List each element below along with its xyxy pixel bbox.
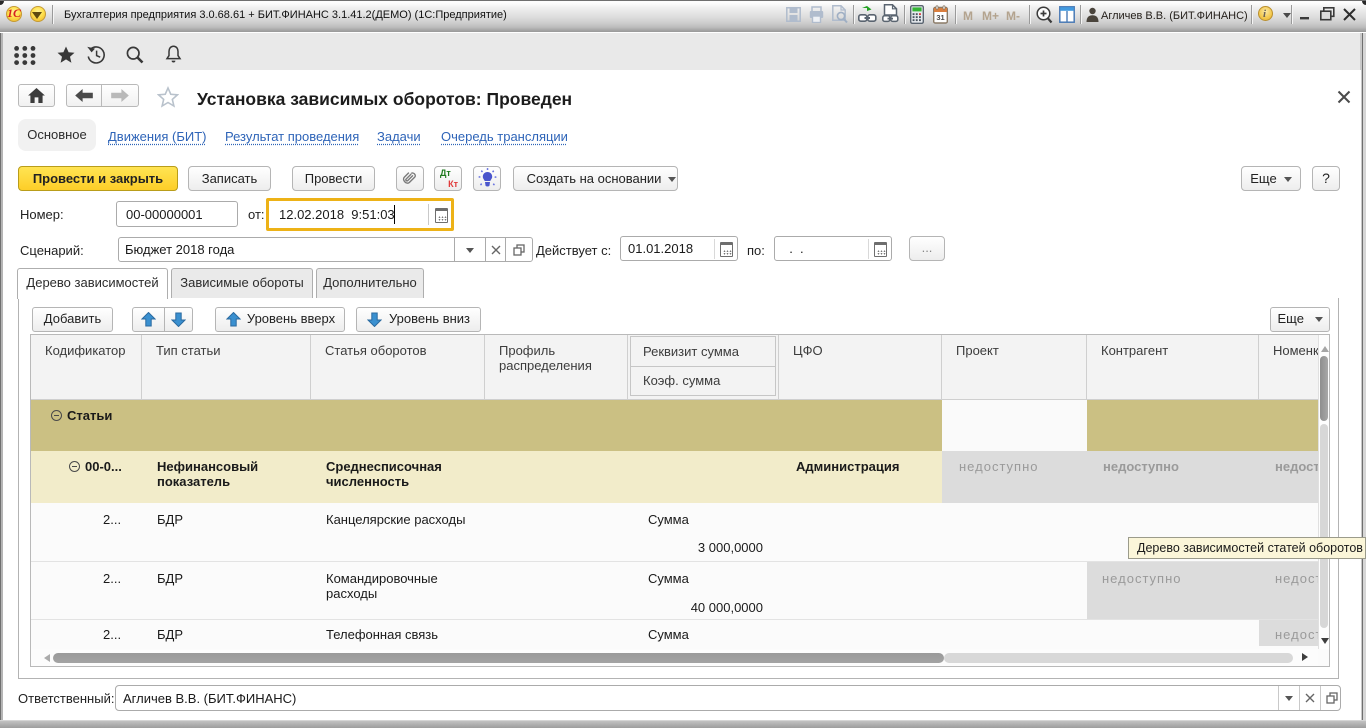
svg-text:31: 31 (936, 13, 944, 22)
